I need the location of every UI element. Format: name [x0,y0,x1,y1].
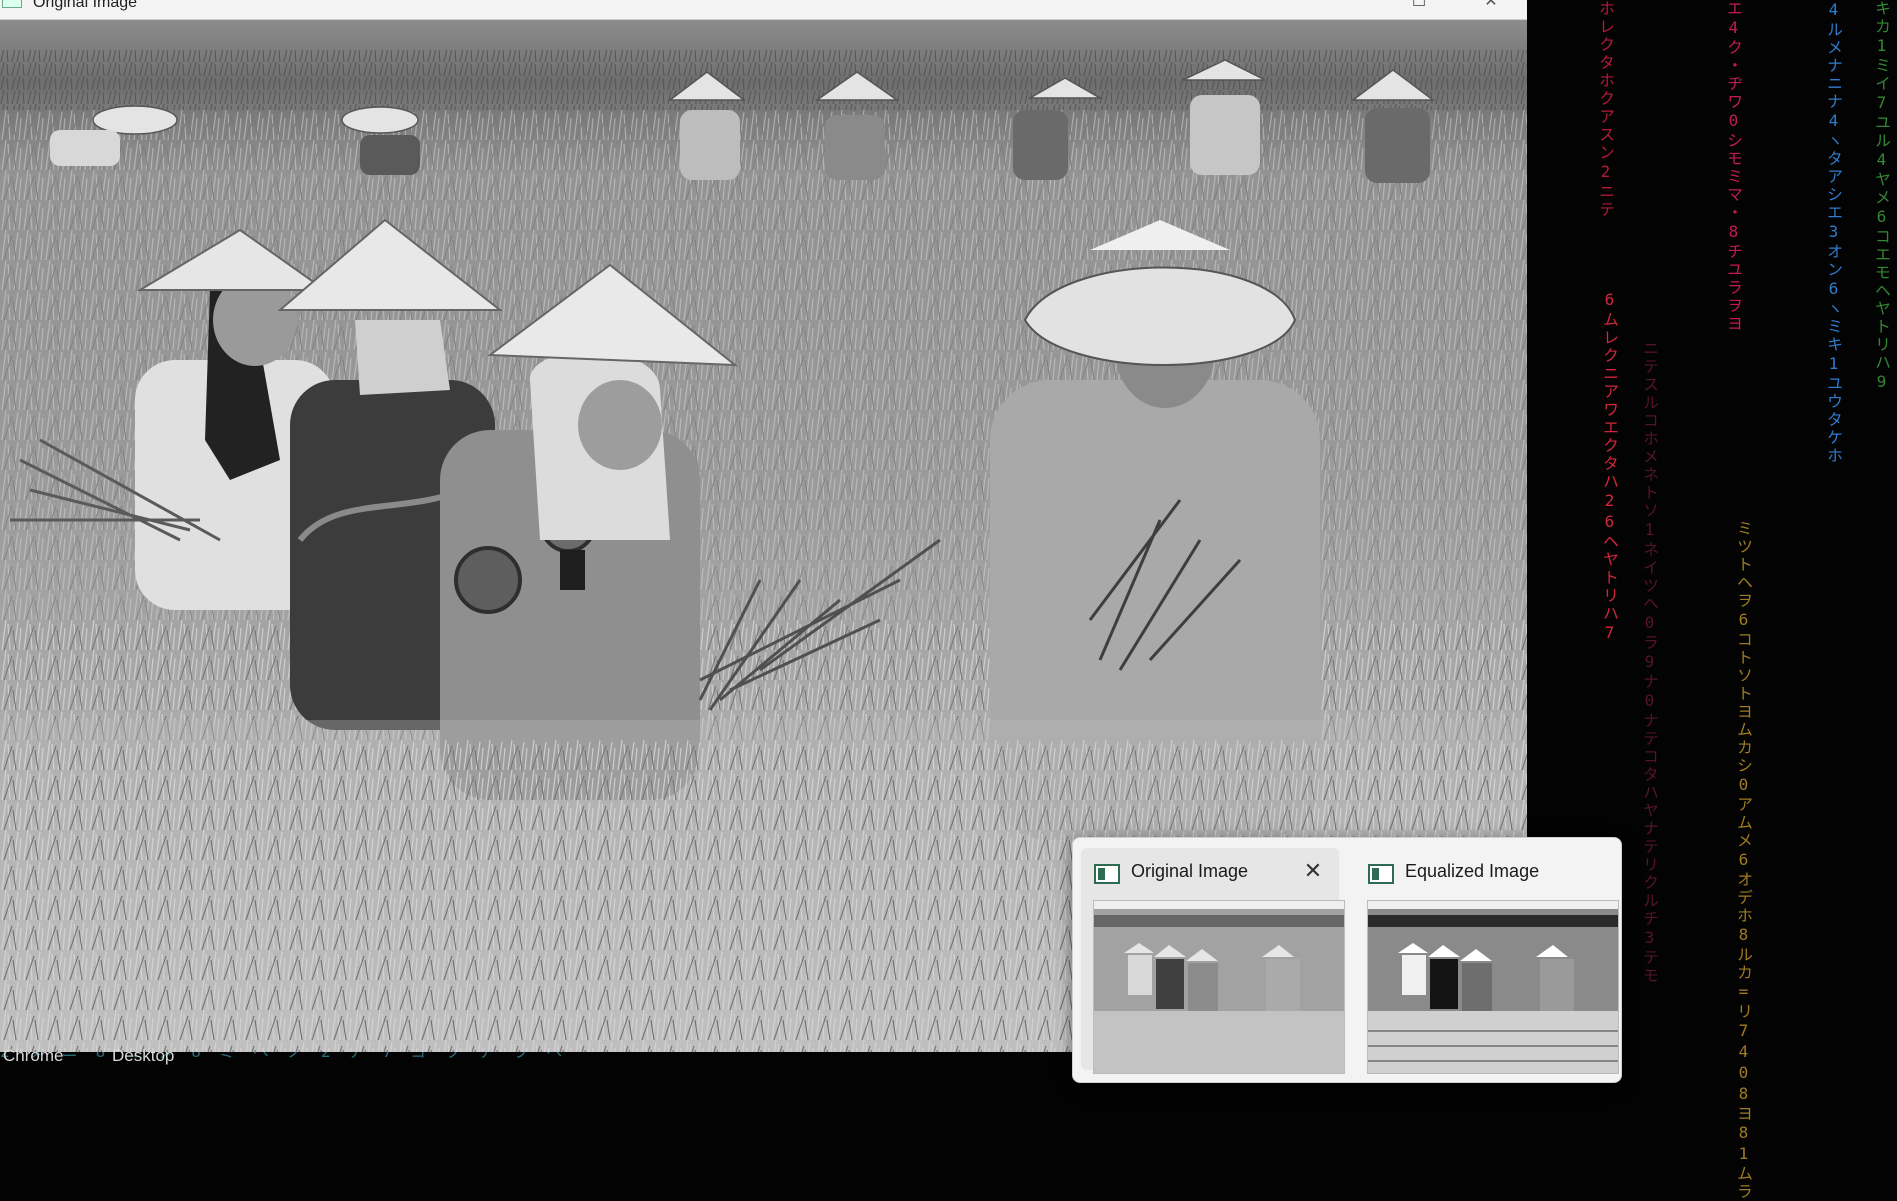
matrix-column: ニテスルコホメネトソ1ネイツヘ0ラ9ナ0ナテコタハヤナテリクルチ3テモ [1640,340,1659,985]
switcher-card-header: Original Image ✕ [1081,848,1339,892]
taskbar-item-chrome[interactable]: Chrome [3,1046,63,1066]
switcher-card-header: Equalized Image [1355,848,1613,892]
matrix-column: 6ムレクニアワエクタハ26ヘヤトリハ7 [1600,290,1619,644]
opencv-window-icon [1094,864,1120,884]
maximize-button[interactable]: ☐ [1404,0,1434,11]
window-titlebar[interactable]: Original Image ☐ ✕ [0,0,1527,20]
equalized-image-thumbnail [1367,900,1619,1074]
opencv-window-icon [1368,864,1394,884]
matrix-column: 4ルメナニナ4ヽタアシエ3オン6ヽミキ1ユウタケホ [1824,0,1843,465]
opencv-window-icon [2,0,22,8]
matrix-column: キカ1ミイ7ユル4ヤメ6コエモヘヤトリハ9 [1872,0,1891,393]
switcher-card-title: Original Image [1131,861,1249,881]
window-switcher-popup: Original Image ✕ Equalized Image [1072,837,1622,1083]
matrix-column: エ4ク・ヂワ0シモミマ・8チユラヲヨ [1724,0,1743,333]
matrix-column: ホレクタホクアスン2ニテ [1596,0,1615,219]
matrix-column: ミツトヘヲ6コトソトヨムカシ0アムメ6オデホ8ルカ=リ7408ヨ81ムラ [1734,520,1753,1201]
switcher-card-title: Equalized Image [1405,861,1540,881]
switcher-card-original-image[interactable]: Original Image ✕ [1081,848,1345,1074]
close-icon[interactable]: ✕ [1301,858,1325,884]
close-button[interactable]: ✕ [1476,0,1506,11]
window-title: Original Image [33,0,138,11]
switcher-card-equalized-image[interactable]: Equalized Image [1355,848,1619,1074]
original-image-thumbnail [1093,900,1345,1074]
taskbar-item-desktop[interactable]: Desktop [112,1046,174,1066]
